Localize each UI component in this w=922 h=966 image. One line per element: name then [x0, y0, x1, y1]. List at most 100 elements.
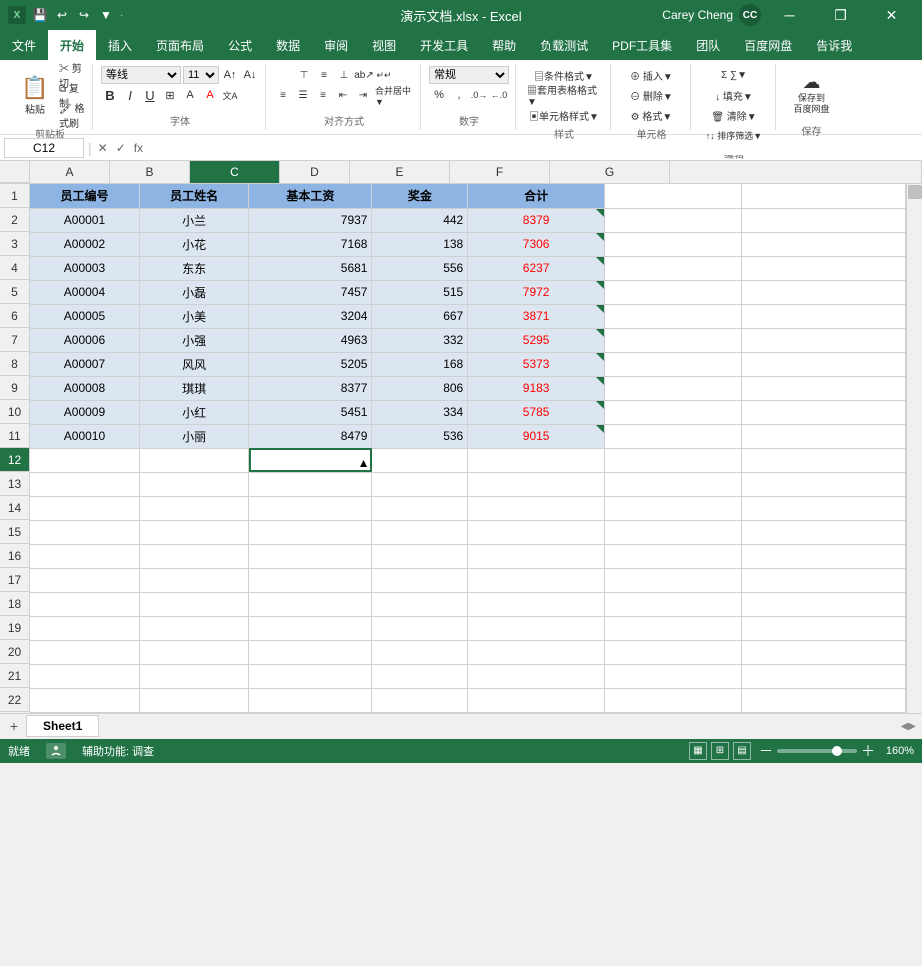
cell-style-btn[interactable]: ▣单元格样式▼ [524, 106, 604, 124]
cell-c17[interactable] [249, 568, 372, 592]
tab-formula[interactable]: 公式 [216, 30, 264, 60]
cell-c5[interactable]: 7457 [249, 280, 372, 304]
cell-g4[interactable] [741, 256, 905, 280]
cell-b22[interactable] [139, 688, 248, 712]
vertical-scrollbar[interactable] [906, 184, 922, 713]
fill-btn[interactable]: ↓ 填充▼ [699, 86, 769, 104]
cell-f3[interactable] [605, 232, 742, 256]
percent-btn[interactable]: % [430, 86, 448, 104]
format-painter-button[interactable]: 🖌 格式刷 [58, 106, 86, 124]
cell-b10[interactable]: 小红 [139, 400, 248, 424]
tab-tellme[interactable]: 告诉我 [804, 30, 864, 60]
cell-f7[interactable] [605, 328, 742, 352]
row-header-6[interactable]: 6 [0, 304, 30, 328]
col-header-a[interactable]: A [30, 161, 110, 183]
delete-btn[interactable]: ⊖ 删除▼ [619, 86, 684, 104]
cell-e10[interactable]: 5785 [468, 400, 605, 424]
cell-e8[interactable]: 5373 [468, 352, 605, 376]
cell-c22[interactable] [249, 688, 372, 712]
number-format-select[interactable]: 常规 [429, 66, 509, 84]
cell-a16[interactable] [30, 544, 139, 568]
decrease-font-btn[interactable]: A↓ [241, 66, 259, 84]
cell-g20[interactable] [741, 640, 905, 664]
cell-a4[interactable]: A00003 [30, 256, 139, 280]
row-header-8[interactable]: 8 [0, 352, 30, 376]
cell-d18[interactable] [372, 592, 468, 616]
cell-d16[interactable] [372, 544, 468, 568]
align-middle-btn[interactable]: ≡ [315, 66, 333, 84]
cell-f10[interactable] [605, 400, 742, 424]
cell-f8[interactable] [605, 352, 742, 376]
cell-g18[interactable] [741, 592, 905, 616]
insert-function-icon[interactable]: fx [132, 141, 145, 155]
cell-d13[interactable] [372, 472, 468, 496]
cell-e17[interactable] [468, 568, 605, 592]
paste-button[interactable]: 📋 粘贴 [14, 68, 56, 123]
cell-c3[interactable]: 7168 [249, 232, 372, 256]
col-header-c[interactable]: C [190, 161, 280, 183]
cell-d2[interactable]: 442 [372, 208, 468, 232]
cell-g5[interactable] [741, 280, 905, 304]
formula-input[interactable] [149, 141, 918, 155]
cell-b12[interactable] [139, 448, 248, 472]
tab-baidupan[interactable]: 百度网盘 [732, 30, 804, 60]
cell-f16[interactable] [605, 544, 742, 568]
cell-d6[interactable]: 667 [372, 304, 468, 328]
sheet-tab-sheet1[interactable]: Sheet1 [26, 715, 99, 737]
cell-d21[interactable] [372, 664, 468, 688]
cell-e21[interactable] [468, 664, 605, 688]
col-header-b[interactable]: B [110, 161, 190, 183]
cell-a5[interactable]: A00004 [30, 280, 139, 304]
normal-view-button[interactable]: ▦ [689, 742, 707, 760]
row-header-20[interactable]: 20 [0, 640, 30, 664]
cell-e22[interactable] [468, 688, 605, 712]
row-header-13[interactable]: 13 [0, 472, 30, 496]
cell-e5[interactable]: 7972 [468, 280, 605, 304]
cell-c18[interactable] [249, 592, 372, 616]
col-header-d[interactable]: D [280, 161, 350, 183]
row-header-17[interactable]: 17 [0, 568, 30, 592]
cell-a14[interactable] [30, 496, 139, 520]
cell-f13[interactable] [605, 472, 742, 496]
user-avatar[interactable]: CC [739, 4, 761, 26]
row-header-4[interactable]: 4 [0, 256, 30, 280]
cell-e6[interactable]: 3871 [468, 304, 605, 328]
wrap-text-btn[interactable]: ↵↵ [375, 66, 393, 84]
cell-e3[interactable]: 7306 [468, 232, 605, 256]
cell-c16[interactable] [249, 544, 372, 568]
cell-g2[interactable] [741, 208, 905, 232]
cell-b13[interactable] [139, 472, 248, 496]
cell-a18[interactable] [30, 592, 139, 616]
cell-c11[interactable]: 8479 [249, 424, 372, 448]
cell-b6[interactable]: 小美 [139, 304, 248, 328]
align-top-btn[interactable]: ⊤ [295, 66, 313, 84]
confirm-formula-icon[interactable]: ✓ [114, 141, 128, 155]
cell-a11[interactable]: A00010 [30, 424, 139, 448]
increase-indent-btn[interactable]: ⇥ [354, 86, 372, 104]
cell-d3[interactable]: 138 [372, 232, 468, 256]
text-direction-btn[interactable]: 文A [221, 86, 239, 104]
cell-e13[interactable] [468, 472, 605, 496]
cell-a22[interactable] [30, 688, 139, 712]
cell-c4[interactable]: 5681 [249, 256, 372, 280]
cell-c2[interactable]: 7937 [249, 208, 372, 232]
cell-reference-input[interactable]: C12 [4, 138, 84, 158]
cell-f22[interactable] [605, 688, 742, 712]
cell-b5[interactable]: 小磊 [139, 280, 248, 304]
cell-d8[interactable]: 168 [372, 352, 468, 376]
zoom-slider-thumb[interactable] [832, 746, 842, 756]
zoom-out-button[interactable]: － [759, 741, 773, 761]
row-header-21[interactable]: 21 [0, 664, 30, 688]
cell-a10[interactable]: A00009 [30, 400, 139, 424]
row-header-15[interactable]: 15 [0, 520, 30, 544]
tab-file[interactable]: 文件 [0, 30, 48, 60]
row-header-10[interactable]: 10 [0, 400, 30, 424]
merge-center-btn[interactable]: 合并居中▼ [374, 86, 414, 104]
cell-c12[interactable]: ▲ [249, 448, 372, 472]
cell-d15[interactable] [372, 520, 468, 544]
cell-f14[interactable] [605, 496, 742, 520]
cell-f1[interactable] [605, 184, 742, 208]
row-header-12[interactable]: 12 [0, 448, 30, 472]
increase-decimal-btn[interactable]: .0→ [470, 86, 488, 104]
cell-c21[interactable] [249, 664, 372, 688]
